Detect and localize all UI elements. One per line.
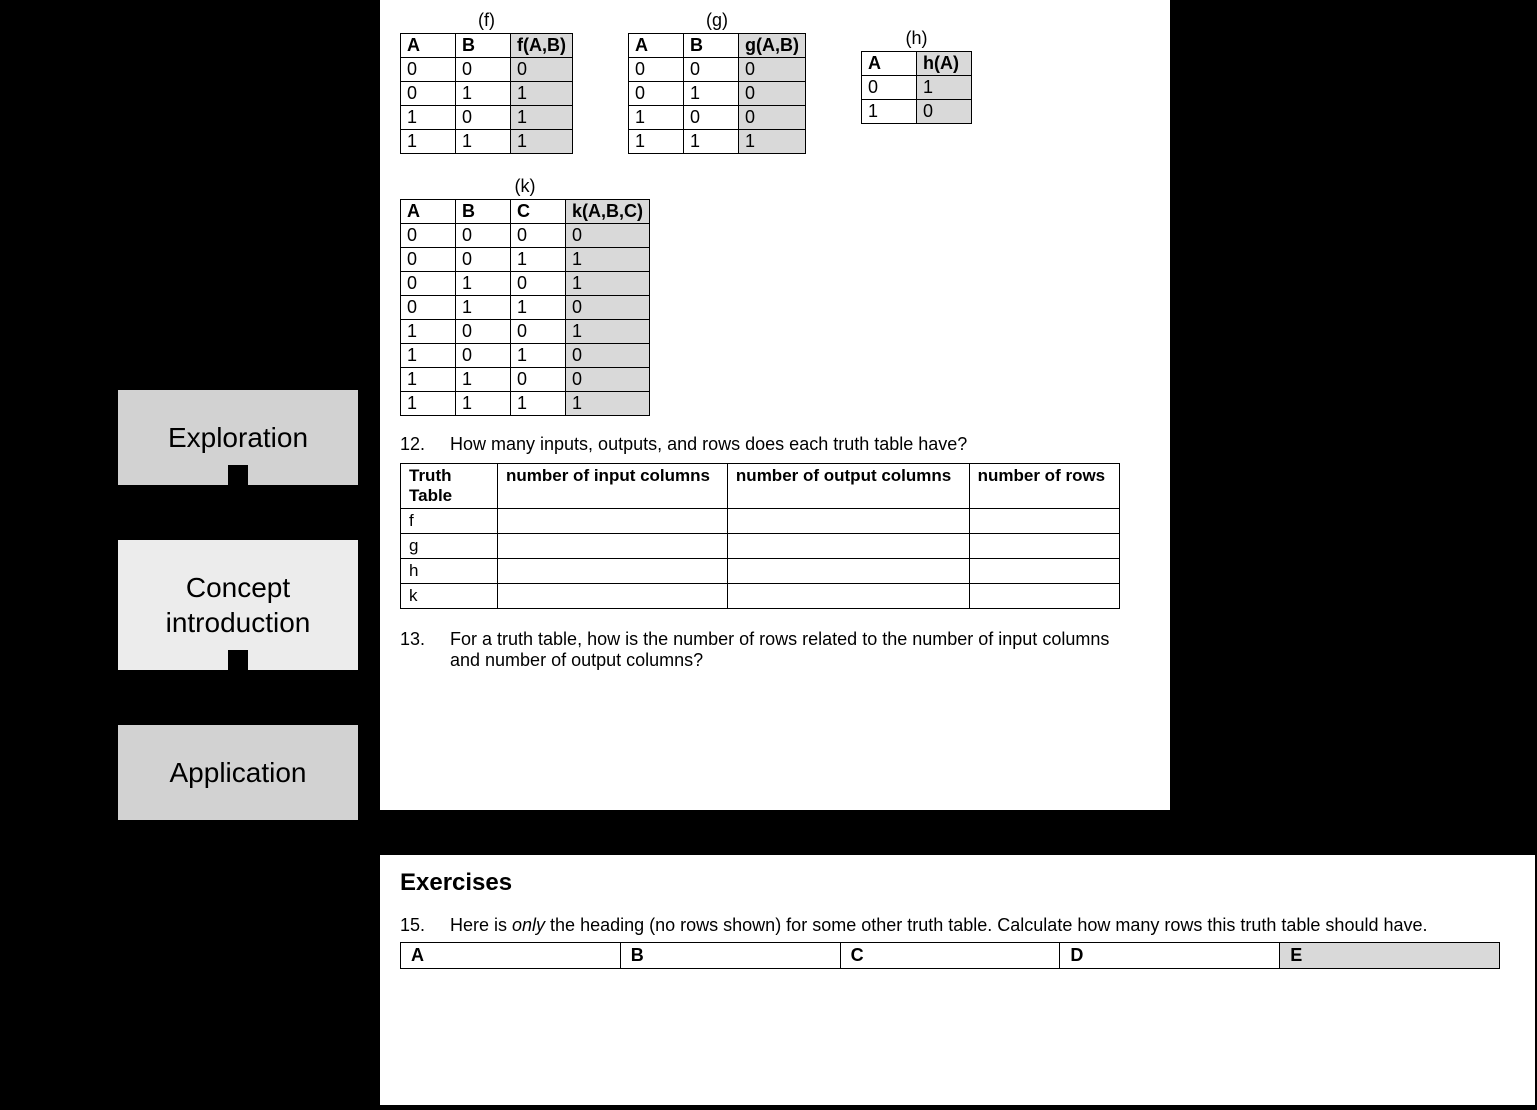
table-row: 011 <box>401 82 573 106</box>
table-header: h(A) <box>916 52 971 76</box>
arrow-down-icon <box>216 485 260 517</box>
question-12: 12.How many inputs, outputs, and rows do… <box>425 434 1150 455</box>
learning-cycle-diagram: Exploration Concept introduction Applica… <box>108 390 358 1020</box>
table-header: B <box>456 34 511 58</box>
table-header: B <box>683 34 738 58</box>
table-row: f <box>401 509 1120 534</box>
truth-table-g: (g) ABg(A,B)000010100111 <box>628 10 806 154</box>
table-label: (g) <box>628 10 806 31</box>
table-header: A <box>401 943 621 969</box>
table-row: h <box>401 559 1120 584</box>
table-header: A <box>401 200 456 224</box>
table-header: B <box>620 943 840 969</box>
worksheet-page-top: (f) ABf(A,B)000011101111 (g) ABg(A,B)000… <box>380 0 1170 810</box>
table-label: (f) <box>400 10 573 31</box>
table-header: D <box>1060 943 1280 969</box>
table-row: 010 <box>628 82 805 106</box>
table-row: 101 <box>401 106 573 130</box>
table-row: 111 <box>628 130 805 154</box>
table-row: k <box>401 584 1120 609</box>
phase-application: Application <box>118 725 358 820</box>
table-header: number of rows <box>969 464 1119 509</box>
table-row: 0110 <box>401 296 650 320</box>
table-row: 0101 <box>401 272 650 296</box>
table-row: g <box>401 534 1120 559</box>
summary-table: Truth Tablenumber of input columnsnumber… <box>400 463 1120 609</box>
table-row: 100 <box>628 106 805 130</box>
truth-table-k: (k) ABCk(A,B,C)0000001101010110100110101… <box>400 176 650 416</box>
table-row: 1100 <box>401 368 650 392</box>
table-header: C <box>840 943 1060 969</box>
table-label: (h) <box>861 28 972 49</box>
table-row: 0000 <box>401 224 650 248</box>
table-header: number of output columns <box>727 464 969 509</box>
exercises-heading: Exercises <box>400 869 1515 897</box>
worksheet-page-bottom: Exercises 15.Here is only the heading (n… <box>380 855 1535 1105</box>
table-header: g(A,B) <box>738 34 805 58</box>
truth-table-h: (h) Ah(A)0110 <box>861 28 972 124</box>
heading-only-table: ABCDE <box>400 942 1500 969</box>
table-header: C <box>511 200 566 224</box>
canvas: Exploration Concept introduction Applica… <box>0 0 1537 1110</box>
table-label: (k) <box>400 176 650 197</box>
table-row: 10 <box>861 100 971 124</box>
table-header: A <box>401 34 456 58</box>
table-header: Truth Table <box>401 464 498 509</box>
question-13: 13.For a truth table, how is the number … <box>425 629 1130 671</box>
table-row: 1010 <box>401 344 650 368</box>
table-header: B <box>456 200 511 224</box>
table-header: number of input columns <box>498 464 728 509</box>
table-row: 1001 <box>401 320 650 344</box>
table-row: 000 <box>628 58 805 82</box>
table-row: 000 <box>401 58 573 82</box>
table-header: E <box>1280 943 1500 969</box>
table-row: ABCDE <box>401 943 1500 969</box>
table-header: A <box>628 34 683 58</box>
table-row: 1111 <box>401 392 650 416</box>
table-header: f(A,B) <box>511 34 573 58</box>
loop-arrow-icon <box>28 440 118 970</box>
table-row: 0011 <box>401 248 650 272</box>
arrow-down-icon <box>216 670 260 702</box>
question-15: 15.Here is only the heading (no rows sho… <box>425 915 1510 936</box>
table-header: k(A,B,C) <box>566 200 650 224</box>
table-header: A <box>861 52 916 76</box>
truth-table-f: (f) ABf(A,B)000011101111 <box>400 10 573 154</box>
table-row: 111 <box>401 130 573 154</box>
table-row: 01 <box>861 76 971 100</box>
